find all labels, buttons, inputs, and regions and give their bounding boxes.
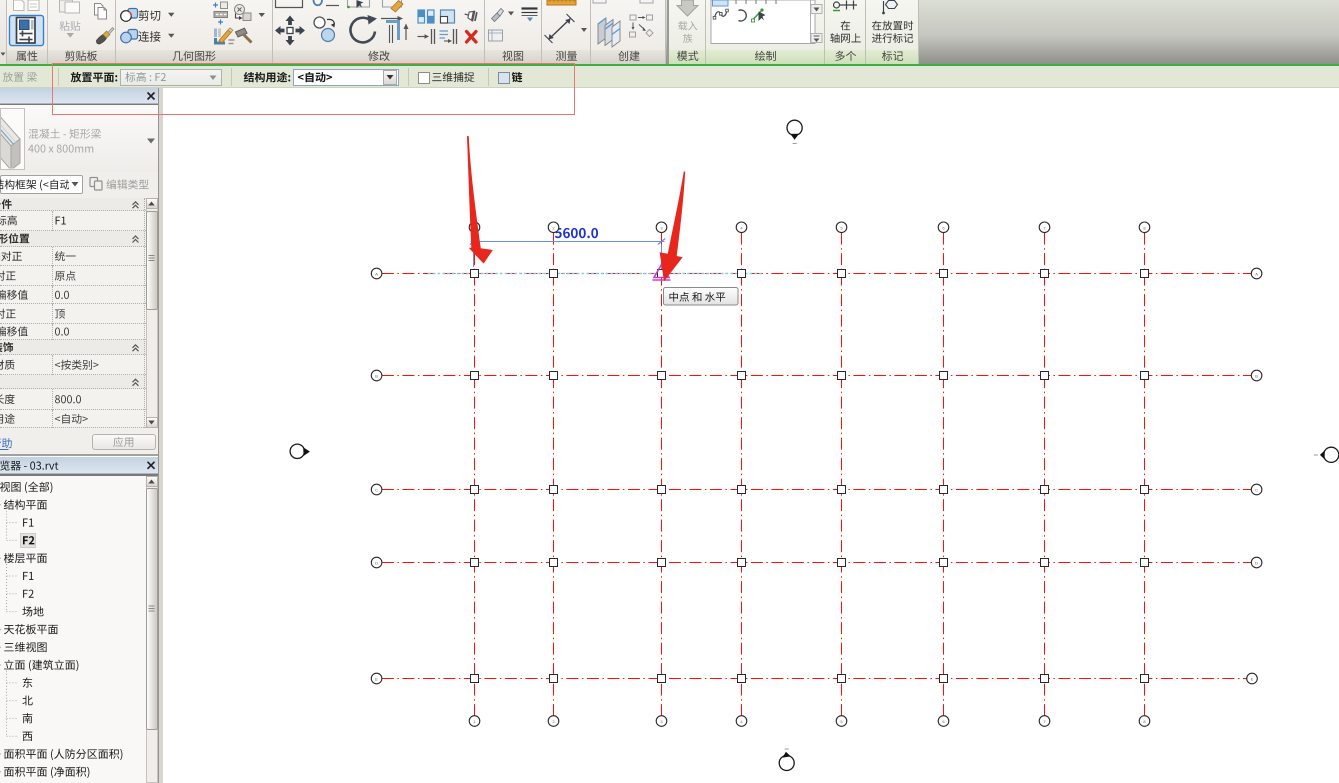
svg-text:A: A (1255, 272, 1258, 277)
svg-text:B: B (375, 374, 378, 379)
svg-text:C: C (375, 488, 378, 493)
svg-text:E: E (1251, 677, 1254, 682)
svg-text:D: D (375, 561, 378, 566)
svg-text:C: C (1255, 488, 1258, 493)
svg-text:D: D (1255, 561, 1258, 566)
svg-text:E: E (375, 677, 378, 682)
svg-text:A: A (375, 272, 378, 277)
svg-text:B: B (1255, 374, 1258, 379)
